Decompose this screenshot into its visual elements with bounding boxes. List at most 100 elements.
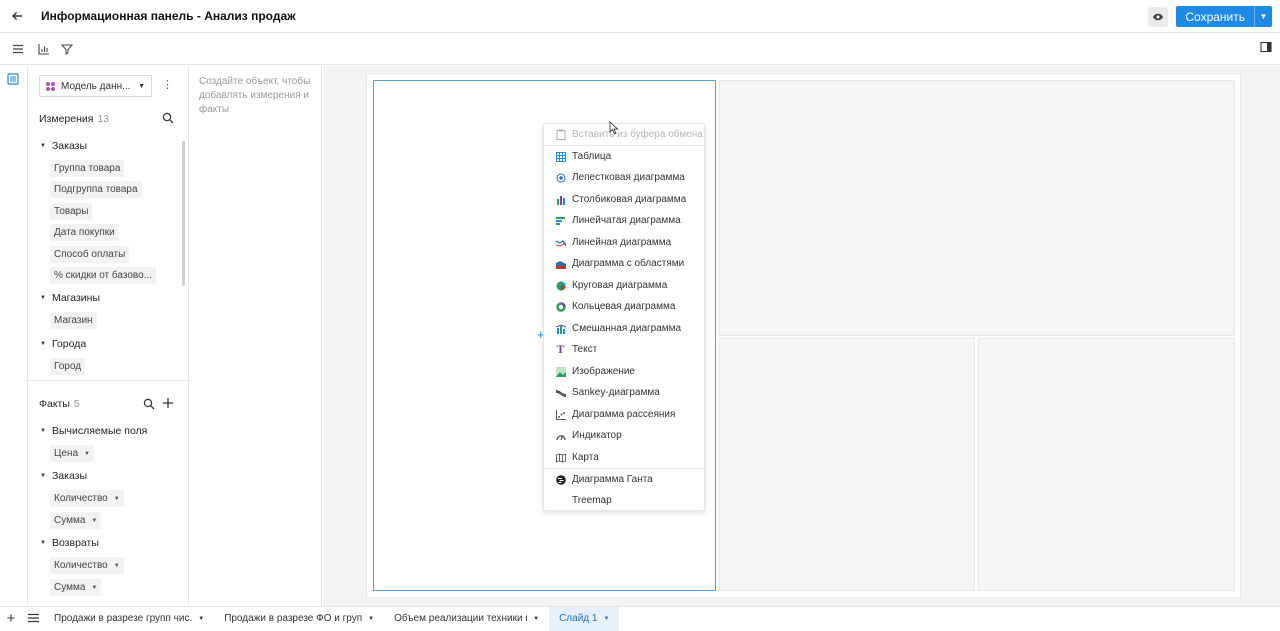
caret-down-icon[interactable]: ▼ (368, 616, 374, 622)
menu-item-label: Линейчатая диаграмма (572, 215, 681, 226)
group-label: Города (51, 338, 87, 350)
caret-down-icon: ▼ (91, 584, 98, 591)
mouse-cursor-icon (609, 121, 619, 138)
fact-field[interactable]: Цена ▼ (50, 445, 94, 462)
dimension-field[interactable]: % скидки от базово... (50, 267, 156, 284)
menu-item-treemap[interactable]: Treemap (544, 490, 704, 511)
dimension-group[interactable]: ▼ Города (40, 338, 86, 350)
menu-item-text[interactable]: T Текст (544, 339, 704, 360)
search-icon[interactable] (162, 112, 174, 127)
menu-item-paste[interactable]: Вставить из буфера обмена (544, 124, 704, 145)
slides-tab-bar: + Продажи в разрезе групп чис. ▼ Продажи … (0, 606, 1280, 631)
add-slide-plus-icon[interactable]: + (0, 610, 22, 627)
model-select-label: Модель данн... (61, 80, 131, 92)
radar-icon (555, 172, 566, 183)
slide-tab[interactable]: Продажи в разрезе ФО и груп ▼ (214, 607, 384, 631)
menu-item-label: Смешанная диаграмма (572, 323, 682, 334)
menu-item-sankey[interactable]: Sankey-диаграмма (544, 382, 704, 403)
dimension-field[interactable]: Город (50, 358, 86, 375)
indicator-icon (555, 430, 566, 441)
fact-label: Сумма (54, 515, 86, 526)
text-icon: T (556, 342, 565, 356)
dimension-group[interactable]: ▼ Магазины (40, 292, 100, 304)
add-object-menu: Вставить из буфера обмена Таблица Лепест… (543, 123, 705, 511)
save-button[interactable]: Сохранить (1176, 6, 1254, 27)
fact-group[interactable]: ▼ Возвраты (40, 537, 99, 549)
expand-triangle-icon: ▼ (40, 428, 46, 434)
caret-down-icon[interactable]: ▼ (533, 616, 539, 622)
sankey-icon (555, 387, 566, 398)
dimension-field[interactable]: Дата покупки (50, 224, 119, 241)
slide-tab[interactable]: Продажи в разрезе групп чис. ▼ (44, 607, 214, 631)
dimension-field[interactable]: Товары (50, 203, 93, 220)
table-icon (555, 151, 566, 162)
dimension-field[interactable]: Магазин (50, 312, 97, 329)
dimension-field[interactable]: Группа товара (50, 160, 125, 177)
caret-down-icon[interactable]: ▼ (198, 616, 204, 622)
chart-settings-icon[interactable] (33, 38, 55, 60)
caret-down-icon[interactable]: ▼ (603, 616, 609, 622)
menu-item-pie-chart[interactable]: Круговая диаграмма (544, 275, 704, 296)
model-select[interactable]: Модель данн... ▼ (39, 75, 152, 97)
data-model-list-icon[interactable] (6, 72, 22, 88)
hbar-chart-icon (555, 215, 566, 226)
menu-item-scatter[interactable]: Диаграмма рассеяния (544, 404, 704, 425)
left-rail (0, 66, 28, 606)
layout-cell[interactable] (719, 80, 1235, 336)
save-dropdown-chevron-icon[interactable]: ▼ (1254, 6, 1272, 27)
fact-label: Количество (54, 560, 108, 571)
slide-tab-active[interactable]: Слайд 1 ▼ (549, 606, 620, 631)
fact-group[interactable]: ▼ Заказы (40, 470, 87, 482)
menu-item-radar-chart[interactable]: Лепестковая диаграмма (544, 167, 704, 188)
menu-item-donut-chart[interactable]: Кольцевая диаграмма (544, 296, 704, 317)
dimensions-scrollbar[interactable] (182, 141, 185, 286)
dimension-field[interactable]: Подгруппа товара (50, 181, 142, 198)
layout-cell[interactable] (978, 338, 1235, 591)
preview-eye-icon[interactable] (1148, 6, 1169, 27)
panel-toggle-icon[interactable] (1260, 41, 1272, 56)
menu-item-indicator[interactable]: Индикатор (544, 425, 704, 446)
dimensions-title: Измерения (39, 113, 94, 125)
menu-item-label: Treemap (572, 495, 612, 506)
menu-item-label: Линейная диаграмма (572, 237, 672, 248)
fact-field[interactable]: Количество ▼ (50, 490, 124, 507)
fact-field[interactable]: Сумма ▼ (50, 579, 102, 596)
slide-tab-label: Продажи в разрезе групп чис. (54, 613, 193, 624)
more-options-icon[interactable]: ⋮ (162, 78, 173, 91)
dimension-field[interactable]: Способ оплаты (50, 246, 130, 263)
menu-item-label: Диаграмма рассеяния (572, 409, 676, 420)
menu-item-gantt[interactable]: Диаграмма Ганта (544, 469, 704, 490)
layout-cell[interactable] (719, 338, 975, 591)
add-fact-plus-icon[interactable] (162, 397, 174, 412)
menu-item-line-chart[interactable]: Линейная диаграмма (544, 232, 704, 253)
menu-item-column-chart[interactable]: Столбиковая диаграмма (544, 189, 704, 210)
expand-triangle-icon: ▼ (40, 540, 46, 546)
group-label: Возвраты (51, 537, 99, 549)
menu-item-image[interactable]: Изображение (544, 361, 704, 382)
group-label: Заказы (51, 470, 88, 482)
back-arrow-icon[interactable] (0, 0, 34, 33)
menu-hamburger-icon[interactable] (7, 38, 29, 60)
dimension-group[interactable]: ▼ Заказы (40, 140, 87, 152)
pie-chart-icon (555, 280, 566, 291)
caret-down-icon: ▼ (91, 517, 98, 524)
search-icon[interactable] (143, 398, 155, 413)
dimensions-header: Измерения 13 (39, 113, 109, 125)
menu-item-bar-chart[interactable]: Линейчатая диаграмма (544, 210, 704, 231)
menu-item-area-chart[interactable]: Диаграмма с областями (544, 253, 704, 274)
fact-field[interactable]: Сумма ▼ (50, 512, 102, 529)
menu-item-table[interactable]: Таблица (544, 146, 704, 167)
filter-icon[interactable] (56, 38, 78, 60)
group-label: Магазины (51, 292, 101, 304)
slides-list-icon[interactable] (22, 612, 44, 626)
expand-triangle-icon: ▼ (40, 473, 46, 479)
slide (366, 73, 1241, 598)
slide-tab[interactable]: Объем реализации техники по ▼ (384, 607, 549, 631)
facts-count: 5 (73, 398, 80, 410)
menu-item-mixed-chart[interactable]: Смешанная диаграмма (544, 318, 704, 339)
map-icon (555, 452, 566, 463)
menu-item-map[interactable]: Карта (544, 447, 704, 468)
fact-field[interactable]: Количество ▼ (50, 557, 124, 574)
dimensions-count: 13 (97, 113, 110, 125)
fact-group[interactable]: ▼ Вычисляемые поля (40, 425, 147, 437)
